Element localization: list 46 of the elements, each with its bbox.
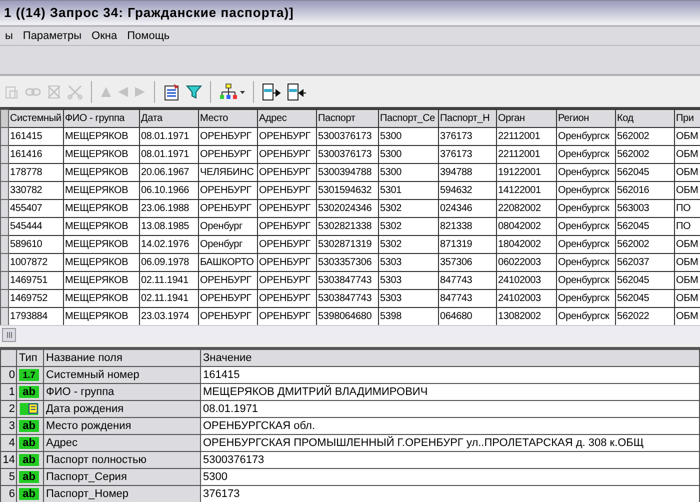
field-value: 5300376173 bbox=[200, 452, 700, 468]
menu-item[interactable]: Помощь bbox=[122, 28, 175, 44]
field-name: Системный номер bbox=[44, 366, 200, 384]
column-header[interactable]: Название поля bbox=[44, 350, 200, 366]
row-index: 1 bbox=[0, 384, 16, 400]
field-value: ОРЕНБУРГСКАЯ ПРОМЫШЛЕННЫЙ Г.ОРЕНБУРГ ул..ПРОЛЕТАРСКАЯ д. 308 к.ОБЩ bbox=[200, 434, 700, 452]
row-index: 5 bbox=[0, 468, 16, 486]
field-name: Место рождения bbox=[44, 418, 200, 434]
row-index: 2 bbox=[0, 400, 16, 418]
report-icon[interactable] bbox=[163, 82, 181, 100]
filter-icon[interactable] bbox=[186, 84, 202, 100]
text-type-badge: ab bbox=[19, 488, 39, 500]
menu-item[interactable]: Окна bbox=[86, 28, 122, 44]
horizontal-scrollbar[interactable] bbox=[0, 325, 700, 343]
menu-item[interactable]: Параметры bbox=[18, 28, 87, 44]
text-type-badge: ab bbox=[19, 471, 39, 484]
field-value: 5300 bbox=[200, 468, 700, 486]
menu-item[interactable]: ы bbox=[0, 28, 18, 44]
number-type-badge: 1.7 bbox=[19, 369, 39, 382]
field-name: ФИО - группа bbox=[44, 384, 200, 400]
field-value: 376173 bbox=[200, 486, 700, 502]
row-index: 4 bbox=[0, 434, 16, 452]
text-type-badge: ab bbox=[19, 454, 39, 466]
import-icon[interactable] bbox=[287, 82, 307, 100]
export-icon[interactable] bbox=[262, 82, 282, 100]
text-type-badge: ab bbox=[19, 386, 39, 398]
field-name: Дата рождения bbox=[44, 400, 200, 418]
text-type-badge: ab bbox=[19, 437, 39, 450]
field-value: МЕЩЕРЯКОВ ДМИТРИЙ ВЛАДИМИРОВИЧ bbox=[200, 384, 700, 400]
field-name: Паспорт полностью bbox=[44, 452, 200, 468]
field-value: 08.01.1971 bbox=[200, 400, 700, 418]
hierarchy-icon[interactable] bbox=[219, 82, 245, 100]
column-header[interactable]: Значение bbox=[200, 350, 700, 366]
scrollbar-thumb[interactable] bbox=[2, 328, 16, 342]
field-name: Паспорт_Серия bbox=[44, 468, 200, 486]
field-value: 161415 bbox=[200, 366, 700, 384]
row-index: 6 bbox=[0, 486, 16, 502]
field-name: Адрес bbox=[44, 434, 200, 452]
column-header[interactable]: ФИО - группа bbox=[64, 110, 140, 128]
text-type-badge: ab bbox=[19, 420, 39, 432]
field-value: ОРЕНБУРГСКАЯ обл. bbox=[200, 418, 700, 434]
field-name: Паспорт_Номер bbox=[44, 486, 200, 502]
row-index: 0 bbox=[0, 366, 16, 384]
window-title: 1 ((14) Запрос 34: Гражданские паспорта)] bbox=[4, 4, 294, 22]
row-index: 3 bbox=[0, 418, 16, 434]
row-index: 14 bbox=[0, 452, 16, 468]
